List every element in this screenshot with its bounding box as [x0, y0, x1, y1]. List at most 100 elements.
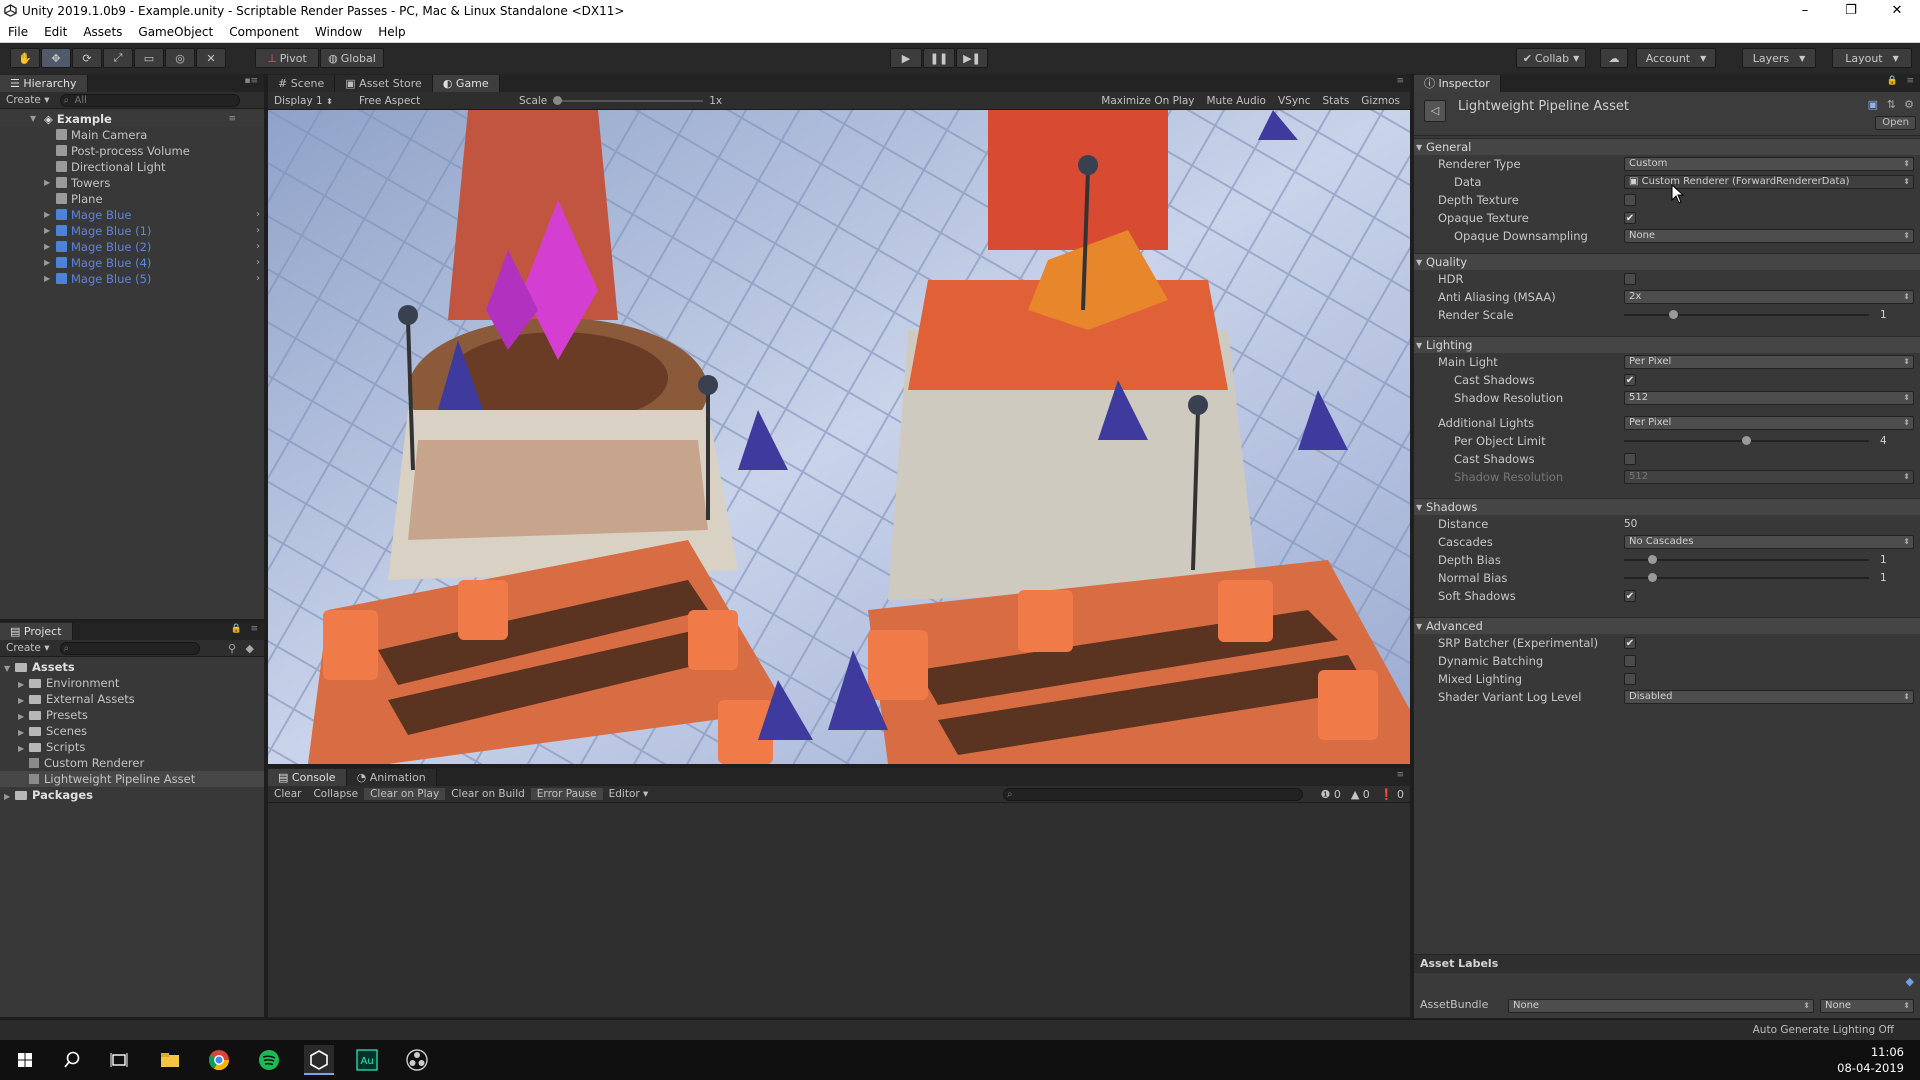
menu-help[interactable]: Help	[370, 25, 413, 39]
project-file[interactable]: Custom Renderer	[0, 755, 264, 771]
depth-bias-knob[interactable]	[1647, 555, 1657, 564]
main-light-dropdown[interactable]: Per Pixel	[1624, 355, 1914, 369]
menu-window[interactable]: Window	[307, 25, 370, 39]
mixed-lighting-checkbox[interactable]	[1624, 673, 1636, 685]
hierarchy-item[interactable]: ▶ Mage Blue ›	[0, 207, 264, 223]
scene-menu-icon[interactable]: ≡	[228, 111, 236, 127]
section-quality[interactable]: Quality	[1414, 253, 1920, 271]
prefab-open-icon[interactable]: ›	[256, 239, 260, 255]
console-clear-button[interactable]: Clear	[268, 788, 307, 800]
scale-slider-knob[interactable]	[553, 95, 563, 105]
depth-bias-value[interactable]: 1	[1880, 551, 1887, 569]
expand-arrow-icon[interactable]: ▶	[44, 207, 55, 223]
info-count-toggle[interactable]: ❶ 0	[1320, 788, 1340, 801]
prefab-open-icon[interactable]: ›	[256, 271, 260, 287]
hierarchy-item[interactable]: ▶ Mage Blue (5) ›	[0, 271, 264, 287]
pivot-button[interactable]: ⊥ Pivot	[255, 48, 319, 68]
tab-hierarchy[interactable]: ☰ Hierarchy	[0, 75, 88, 92]
clock[interactable]: 11:06 08-04-2019	[1837, 1044, 1904, 1076]
file-explorer-icon[interactable]	[155, 1045, 185, 1075]
tab-game[interactable]: ◐ Game	[432, 75, 500, 92]
prefab-open-icon[interactable]: ›	[256, 207, 260, 223]
project-folder[interactable]: ▶ Environment	[0, 675, 264, 691]
play-button[interactable]: ▶	[890, 48, 922, 68]
assets-folder[interactable]: ▼ Assets	[0, 659, 264, 675]
project-search-input[interactable]: ⌕	[59, 641, 200, 655]
menu-assets[interactable]: Assets	[75, 25, 130, 39]
warning-count-toggle[interactable]: ▲ 0	[1351, 788, 1370, 801]
expand-arrow-icon[interactable]: ▶	[44, 271, 55, 287]
rect-tool-icon[interactable]: ▭	[134, 48, 164, 68]
scale-slider[interactable]	[553, 95, 704, 105]
project-file[interactable]: Lightweight Pipeline Asset	[0, 771, 264, 787]
section-lighting[interactable]: Lighting	[1414, 336, 1920, 354]
render-scale-slider[interactable]	[1624, 310, 1869, 319]
project-create-button[interactable]: Create ▾	[0, 642, 56, 654]
hierarchy-item[interactable]: Directional Light	[0, 159, 264, 175]
layers-button[interactable]: Layers ▼	[1742, 48, 1816, 68]
scale-tool-icon[interactable]: ⤢	[103, 48, 133, 68]
maximize-on-play-toggle[interactable]: Maximize On Play	[1095, 95, 1200, 107]
expand-arrow-icon[interactable]: ▶	[44, 223, 55, 239]
data-object-field[interactable]: ▣ Custom Renderer (ForwardRendererData)	[1624, 175, 1914, 189]
srp-batcher-checkbox[interactable]: ✔	[1624, 637, 1636, 649]
msaa-dropdown[interactable]: 2x	[1624, 290, 1914, 304]
account-button[interactable]: Account ▼	[1636, 48, 1716, 68]
console-editor-dropdown[interactable]: Editor ▾	[603, 788, 655, 800]
expand-arrow-icon[interactable]: ▶	[4, 789, 15, 805]
help-icon[interactable]: ▣	[1868, 98, 1878, 111]
cloud-button[interactable]: ☁	[1600, 48, 1628, 68]
lock-icon[interactable]: 🔒	[231, 624, 242, 634]
filter-label-icon[interactable]: ◆	[246, 642, 254, 655]
per-object-limit-knob[interactable]	[1742, 436, 1751, 445]
gear-icon[interactable]: ⚙	[1904, 98, 1914, 111]
hierarchy-item[interactable]: ▶ Mage Blue (1) ›	[0, 223, 264, 239]
menu-edit[interactable]: Edit	[36, 25, 75, 39]
console-collapse-button[interactable]: Collapse	[307, 788, 364, 800]
section-advanced[interactable]: Advanced	[1414, 617, 1920, 635]
aspect-dropdown[interactable]: Free Aspect	[353, 95, 513, 107]
panel-menu-icon[interactable]: ▪≡	[244, 76, 258, 86]
normal-bias-value[interactable]: 1	[1880, 569, 1887, 587]
tab-console[interactable]: ▤ Console	[268, 769, 347, 786]
project-folder[interactable]: ▶ Presets	[0, 707, 264, 723]
packages-folder[interactable]: ▶ Packages	[0, 787, 264, 803]
section-shadows[interactable]: Shadows	[1414, 498, 1920, 516]
soft-shadows-checkbox[interactable]: ✔	[1624, 590, 1636, 602]
hdr-checkbox[interactable]	[1624, 273, 1636, 285]
panel-menu-icon[interactable]: ≡	[1396, 770, 1404, 780]
prefab-open-icon[interactable]: ›	[256, 223, 260, 239]
hierarchy-search-input[interactable]: ⌕ All	[59, 93, 240, 107]
panel-menu-icon[interactable]: ≡	[1906, 76, 1914, 86]
normal-bias-knob[interactable]	[1647, 573, 1657, 582]
search-icon[interactable]	[57, 1045, 87, 1075]
cast-shadows-checkbox[interactable]: ✔	[1624, 374, 1636, 386]
open-button[interactable]: Open	[1875, 116, 1916, 130]
close-icon[interactable]: ✕	[1874, 0, 1920, 22]
console-clear-on-build-toggle[interactable]: Clear on Build	[445, 788, 531, 800]
display-dropdown[interactable]: Display 1 ⬍	[268, 95, 353, 107]
restore-icon[interactable]: ❐	[1828, 0, 1874, 22]
prefab-open-icon[interactable]: ›	[256, 255, 260, 271]
hierarchy-item[interactable]: ▶ Towers	[0, 175, 264, 191]
console-error-pause-toggle[interactable]: Error Pause	[530, 788, 603, 800]
assetbundle-dropdown[interactable]: None	[1508, 999, 1814, 1013]
tab-animation[interactable]: ◔ Animation	[346, 769, 437, 786]
normal-bias-slider[interactable]	[1624, 573, 1869, 582]
hierarchy-item[interactable]: Plane	[0, 191, 264, 207]
rotate-tool-icon[interactable]: ⟳	[72, 48, 102, 68]
console-log-area[interactable]	[268, 803, 1410, 1018]
cascades-dropdown[interactable]: No Cascades	[1624, 535, 1914, 549]
menu-component[interactable]: Component	[221, 25, 307, 39]
depth-texture-checkbox[interactable]	[1624, 194, 1636, 206]
hierarchy-item[interactable]: Post-process Volume	[0, 143, 264, 159]
add-cast-shadows-checkbox[interactable]	[1624, 453, 1636, 465]
section-general[interactable]: General	[1414, 138, 1920, 156]
filter-type-icon[interactable]: ⚲	[228, 642, 236, 655]
project-folder[interactable]: ▶ External Assets	[0, 691, 264, 707]
hierarchy-create-button[interactable]: Create ▾	[0, 94, 56, 106]
global-button[interactable]: ◍ Global	[320, 48, 384, 68]
pause-button[interactable]: ❚❚	[923, 48, 955, 68]
menu-gameobject[interactable]: GameObject	[130, 25, 221, 39]
transform-tool-icon[interactable]: ◎	[165, 48, 195, 68]
